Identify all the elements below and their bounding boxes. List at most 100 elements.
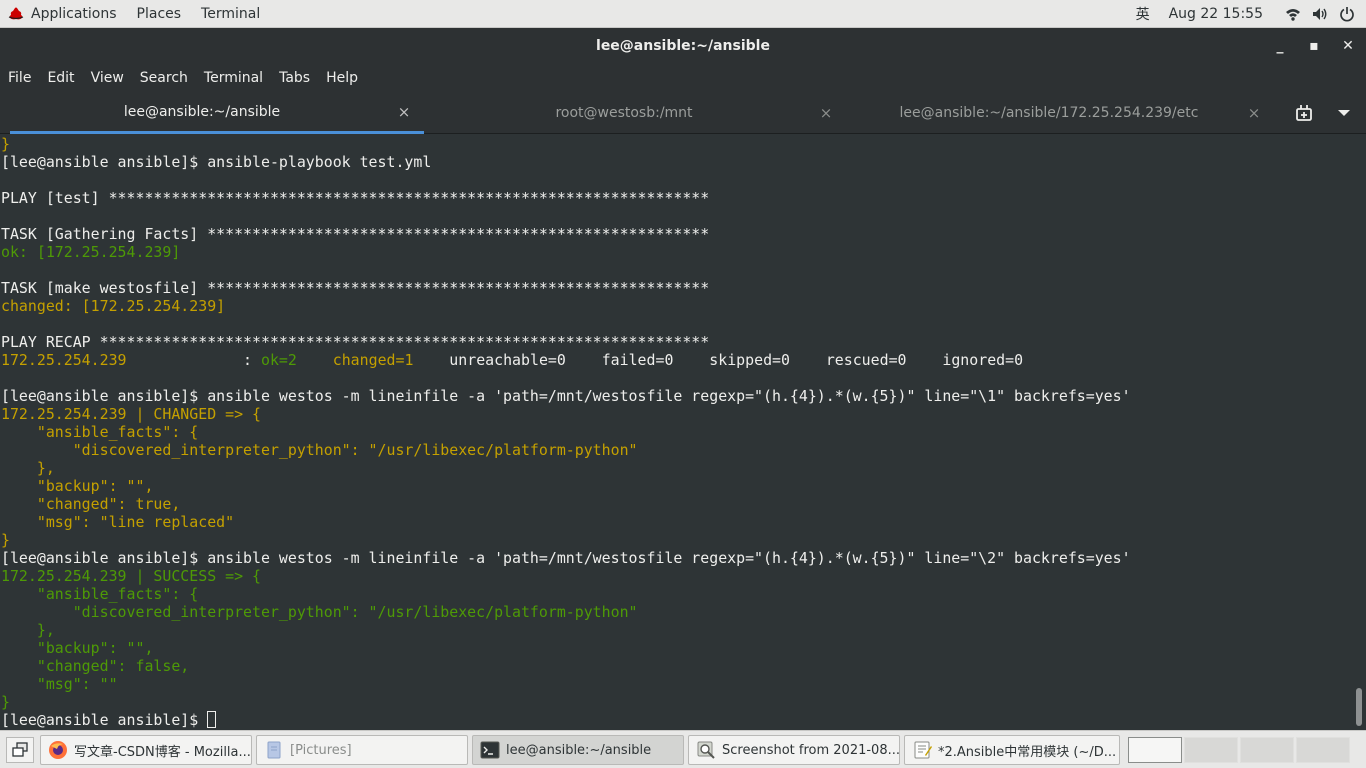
maximize-button[interactable]: ▪: [1302, 28, 1326, 64]
show-desktop-button[interactable]: [6, 737, 34, 763]
tab-label: root@westosb:/mnt: [555, 105, 693, 121]
terminal-output[interactable]: } [lee@ansible ansible]$ ansible-playbook…: [0, 134, 1352, 730]
menu-help[interactable]: Help: [318, 64, 366, 92]
show-desktop-icon: [12, 742, 28, 757]
scrollbar-thumb[interactable]: [1356, 688, 1362, 726]
terminal-line: "discovered_interpreter_python": "/usr/l…: [1, 603, 638, 621]
terminal-text: },: [1, 621, 55, 639]
tab-bar: lee@ansible:~/ansible × root@westosb:/mn…: [0, 92, 1366, 134]
terminal-app-menu[interactable]: Terminal: [201, 0, 260, 28]
terminal-text: [lee@ansible ansible]$ ansible westos -m…: [1, 387, 1131, 405]
terminal-text: "discovered_interpreter_python": "/usr/l…: [1, 441, 638, 459]
terminal-text: "ansible_facts": {: [1, 423, 199, 441]
tab-close-icon[interactable]: ×: [1244, 104, 1264, 122]
terminal-line: "msg": "line replaced": [1, 513, 234, 531]
terminal-text: }: [1, 693, 10, 711]
terminal-text: "backup": "",: [1, 639, 154, 657]
terminal-text: },: [1, 459, 55, 477]
redhat-icon: [8, 7, 24, 19]
text-editor-icon: [914, 741, 932, 759]
terminal-text: 172.25.254.239 | CHANGED => {: [1, 405, 261, 423]
workspace-switcher-2[interactable]: [1184, 737, 1238, 763]
terminal-text: TASK [Gathering Facts] *****************…: [1, 225, 710, 243]
terminal-line: [lee@ansible ansible]$: [1, 711, 217, 729]
applications-menu[interactable]: Applications: [0, 0, 117, 28]
wifi-icon[interactable]: [1285, 6, 1301, 22]
menu-bar: File Edit View Search Terminal Tabs Help: [0, 64, 1366, 92]
terminal-text: TASK [make westosfile] *****************…: [1, 279, 710, 297]
tab-label: lee@ansible:~/ansible/172.25.254.239/etc: [899, 105, 1199, 121]
terminal-line: "changed": false,: [1, 657, 189, 675]
terminal-line: 172.25.254.239 | SUCCESS => {: [1, 567, 261, 585]
applications-label: Applications: [31, 5, 117, 22]
terminal-text: 172.25.254.239 | SUCCESS => {: [1, 567, 261, 585]
terminal-text: "changed": false,: [1, 657, 190, 675]
tab-lee-ansible[interactable]: lee@ansible:~/ansible ×: [10, 92, 424, 134]
terminal-text: 172.25.254.239: [1, 351, 127, 369]
taskbar-item-label: Screenshot from 2021-08...: [722, 742, 900, 758]
taskbar-item-label: lee@ansible:~/ansible: [506, 742, 652, 758]
terminal-line: [lee@ansible ansible]$ ansible westos -m…: [1, 387, 1131, 405]
minimize-button[interactable]: _: [1268, 28, 1292, 64]
terminal-scrollbar[interactable]: [1352, 134, 1366, 730]
terminal-text: ok: [172.25.254.239]: [1, 243, 181, 261]
places-menu[interactable]: Places: [137, 0, 182, 28]
terminal-line: 172.25.254.239 : ok=2 changed=1 unreacha…: [1, 351, 1023, 369]
terminal-text: "changed": true,: [1, 495, 181, 513]
terminal-line: "ansible_facts": {: [1, 585, 198, 603]
tab-root-westosb[interactable]: root@westosb:/mnt ×: [432, 92, 846, 134]
terminal-text: [lee@ansible ansible]$ ansible westos -m…: [1, 549, 1131, 567]
input-method-indicator[interactable]: 英: [1136, 4, 1150, 24]
menu-edit[interactable]: Edit: [39, 64, 82, 92]
terminal-text: }: [1, 531, 10, 549]
window-titlebar[interactable]: lee@ansible:~/ansible _ ▪ ✕: [0, 28, 1366, 64]
terminal-text: "ansible_facts": {: [1, 585, 199, 603]
close-window-button[interactable]: ✕: [1336, 28, 1360, 64]
terminal-line: "backup": "",: [1, 639, 154, 657]
terminal-line: },: [1, 459, 55, 477]
terminal-text: PLAY RECAP *****************************…: [1, 333, 710, 351]
terminal-text: :: [126, 351, 261, 369]
taskbar-item[interactable]: lee@ansible:~/ansible: [472, 735, 684, 765]
top-bar: Applications Places Terminal 英 Aug 22 15…: [0, 0, 1366, 28]
terminal-line: "ansible_facts": {: [1, 423, 198, 441]
taskbar: 写文章-CSDN博客 - Mozilla... [Pictures] lee@ans…: [0, 730, 1366, 768]
firefox-icon: [49, 741, 67, 759]
terminal-text: "msg": "": [1, 675, 118, 693]
folder-icon: [267, 741, 281, 759]
power-icon[interactable]: [1339, 6, 1355, 22]
workspace-switcher-1[interactable]: [1128, 737, 1182, 763]
menu-terminal[interactable]: Terminal: [196, 64, 271, 92]
menu-search[interactable]: Search: [132, 64, 196, 92]
terminal-line: }: [1, 693, 10, 711]
chevron-down-icon[interactable]: [1337, 108, 1351, 118]
taskbar-item[interactable]: Screenshot from 2021-08...: [688, 735, 900, 765]
menu-view[interactable]: View: [83, 64, 132, 92]
new-tab-icon[interactable]: [1295, 104, 1315, 122]
workspace-switcher-3[interactable]: [1240, 737, 1294, 763]
taskbar-item[interactable]: 写文章-CSDN博客 - Mozilla...: [40, 735, 252, 765]
terminal-line: "changed": true,: [1, 495, 180, 513]
taskbar-item[interactable]: *2.Ansible中常用模块 (~/D...: [904, 735, 1120, 765]
tab-lee-ansible-etc[interactable]: lee@ansible:~/ansible/172.25.254.239/etc…: [854, 92, 1274, 134]
taskbar-item[interactable]: [Pictures]: [256, 735, 468, 765]
tab-close-icon[interactable]: ×: [394, 103, 414, 121]
tab-close-icon[interactable]: ×: [816, 104, 836, 122]
terminal-line: }: [1, 135, 10, 153]
clock[interactable]: Aug 22 15:55: [1169, 6, 1263, 22]
volume-icon[interactable]: [1312, 6, 1328, 22]
terminal-text: [lee@ansible ansible]$ ansible-playbook …: [1, 153, 432, 171]
menu-file[interactable]: File: [0, 64, 39, 92]
terminal-text: "backup": "",: [1, 477, 154, 495]
terminal-line: [lee@ansible ansible]$ ansible westos -m…: [1, 549, 1131, 567]
terminal-line: [lee@ansible ansible]$ ansible-playbook …: [1, 153, 431, 171]
terminal-line: "backup": "",: [1, 477, 154, 495]
terminal-line: TASK [Gathering Facts] *****************…: [1, 225, 709, 243]
menu-tabs[interactable]: Tabs: [271, 64, 318, 92]
workspace-switcher-4[interactable]: [1296, 737, 1350, 763]
terminal-text: "discovered_interpreter_python": "/usr/l…: [1, 603, 638, 621]
terminal-cursor: [207, 711, 217, 728]
terminal-line: PLAY [test] ****************************…: [1, 189, 709, 207]
terminal-line: }: [1, 531, 10, 549]
